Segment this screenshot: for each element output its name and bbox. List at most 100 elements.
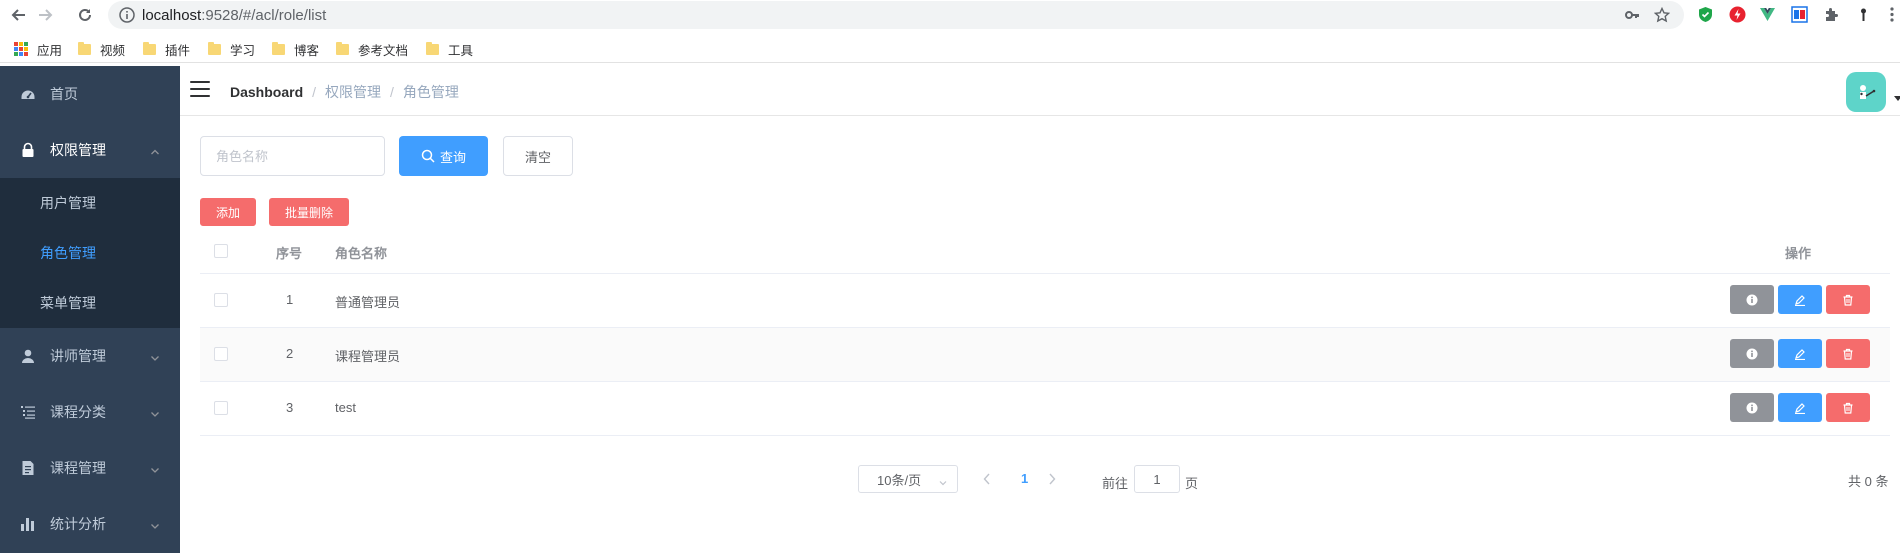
info-button[interactable]: [1730, 285, 1774, 314]
edit-button[interactable]: [1778, 339, 1822, 368]
sidebar-item-courses[interactable]: 课程管理: [0, 440, 180, 496]
chevron-down-icon: [150, 462, 160, 473]
add-button-label: 添加: [215, 205, 240, 220]
hamburger-menu-icon[interactable]: [190, 81, 210, 99]
bookmark-folder[interactable]: 工具: [426, 40, 473, 58]
bookmark-folder[interactable]: 视频: [78, 40, 125, 58]
key-icon[interactable]: [1622, 5, 1642, 25]
address-bar[interactable]: localhost:9528/#/acl/role/list: [108, 1, 1684, 29]
batch-delete-button[interactable]: 批量删除: [269, 198, 349, 226]
edit-button[interactable]: [1778, 393, 1822, 422]
info-button[interactable]: [1730, 339, 1774, 368]
row-checkbox[interactable]: [214, 293, 228, 307]
roles-table: 序号 角色名称 操作 1 普通管理员 2 课程管理员 3 test: [200, 229, 1890, 436]
table-row: 3 test: [200, 382, 1890, 436]
sidebar-item-statistics[interactable]: 统计分析: [0, 496, 180, 552]
vue-devtools-icon[interactable]: [1758, 5, 1777, 24]
chart-icon: [20, 516, 36, 532]
breadcrumb-roles: 角色管理: [402, 84, 459, 100]
delete-button[interactable]: [1826, 285, 1870, 314]
sidebar-item-teachers[interactable]: 讲师管理: [0, 328, 180, 384]
breadcrumb-separator: /: [390, 84, 394, 100]
chevron-down-icon: [939, 475, 947, 486]
bookmarks-bar: 应用 视频 插件 学习 博客 参考文档 工具: [0, 33, 1900, 63]
folder-icon: [272, 41, 285, 55]
table-row: 1 普通管理员: [200, 274, 1890, 328]
bookmark-folder[interactable]: 学习: [208, 40, 255, 58]
chevron-down-icon: [150, 518, 160, 529]
sidebar-item-role-management[interactable]: 角色管理: [0, 228, 180, 278]
breadcrumb: Dashboard / 权限管理 / 角色管理: [230, 82, 459, 102]
list-icon: [20, 404, 36, 420]
puzzle-extensions-icon[interactable]: [1822, 5, 1841, 24]
page-number-current[interactable]: 1: [1021, 471, 1028, 486]
breadcrumb-permissions: 权限管理: [325, 84, 382, 100]
folder-icon: [336, 41, 349, 55]
bookmark-folder[interactable]: 博客: [272, 40, 319, 58]
chevron-up-icon: [150, 144, 160, 155]
caret-down-icon[interactable]: [1894, 96, 1900, 101]
site-info-icon[interactable]: [118, 6, 136, 24]
sidebar-item-label: 首页: [50, 86, 78, 102]
sidebar-item-label: 讲师管理: [50, 348, 106, 364]
apps-grid-icon: [14, 42, 28, 56]
sidebar-item-user-management[interactable]: 用户管理: [0, 178, 180, 228]
goto-page-input[interactable]: 1: [1134, 465, 1180, 493]
info-icon: [1746, 402, 1758, 413]
sidebar-item-home[interactable]: 首页: [0, 66, 180, 122]
forward-arrow-icon[interactable]: [34, 4, 56, 26]
next-page-icon[interactable]: [1045, 471, 1059, 487]
back-arrow-icon[interactable]: [8, 4, 30, 26]
select-all-checkbox[interactable]: [214, 244, 228, 258]
folder-icon: [78, 41, 91, 55]
edit-icon: [1795, 348, 1805, 360]
row-checkbox[interactable]: [214, 347, 228, 361]
star-icon[interactable]: [1652, 5, 1672, 25]
column-header-name: 角色名称: [335, 246, 388, 261]
add-button[interactable]: 添加: [200, 198, 256, 226]
column-header-index: 序号: [276, 246, 303, 261]
url-text: localhost:9528/#/acl/role/list: [142, 7, 327, 24]
prev-page-icon[interactable]: [980, 471, 994, 487]
sidebar-item-menu-management[interactable]: 菜单管理: [0, 278, 180, 328]
chevron-down-icon: [150, 406, 160, 417]
edit-icon: [1795, 294, 1805, 306]
avatar[interactable]: [1846, 72, 1886, 112]
edit-button[interactable]: [1778, 285, 1822, 314]
page-size-select[interactable]: 10条/页: [858, 465, 958, 493]
goto-label: 前往: [1102, 476, 1129, 491]
bookmark-folder[interactable]: 参考文档: [336, 40, 408, 58]
row-index: 3: [286, 400, 294, 415]
sidebar-item-label: 权限管理: [50, 142, 106, 158]
fe-extension-icon[interactable]: [1790, 5, 1809, 24]
user-icon: [20, 348, 36, 364]
bookmark-apps[interactable]: 应用: [14, 40, 62, 58]
info-button[interactable]: [1730, 393, 1774, 422]
reload-icon[interactable]: [74, 4, 96, 26]
row-index: 1: [286, 292, 294, 307]
profile-extension-icon[interactable]: [1854, 5, 1873, 24]
bookmark-folder[interactable]: 插件: [143, 40, 190, 58]
trash-icon: [1843, 294, 1853, 306]
folder-icon: [143, 41, 156, 55]
browser-toolbar: localhost:9528/#/acl/role/list: [0, 0, 1900, 30]
delete-button[interactable]: [1826, 393, 1870, 422]
main-content: 查询 清空 添加 批量删除 序号 角色名称 操作 1 普通管理员 2 课程管理员: [180, 117, 1900, 553]
delete-button[interactable]: [1826, 339, 1870, 368]
row-checkbox[interactable]: [214, 401, 228, 415]
lock-icon: [20, 142, 36, 158]
document-icon: [20, 460, 36, 476]
table-row: 2 课程管理员: [200, 328, 1890, 382]
breadcrumb-dashboard[interactable]: Dashboard: [230, 84, 303, 100]
chrome-menu-icon[interactable]: [1882, 5, 1900, 24]
page-suffix: 页: [1185, 476, 1199, 491]
sidebar-item-label: 课程管理: [50, 460, 106, 476]
sidebar-item-permissions[interactable]: 权限管理: [0, 122, 180, 178]
sidebar-item-course-categories[interactable]: 课程分类: [0, 384, 180, 440]
folder-icon: [426, 41, 439, 55]
bolt-extension-icon[interactable]: [1728, 5, 1747, 24]
trash-icon: [1843, 348, 1853, 360]
goto-page-value: 1: [1153, 471, 1161, 487]
page-size-value: 10条/页: [877, 472, 922, 488]
shield-extension-icon[interactable]: [1696, 5, 1715, 24]
